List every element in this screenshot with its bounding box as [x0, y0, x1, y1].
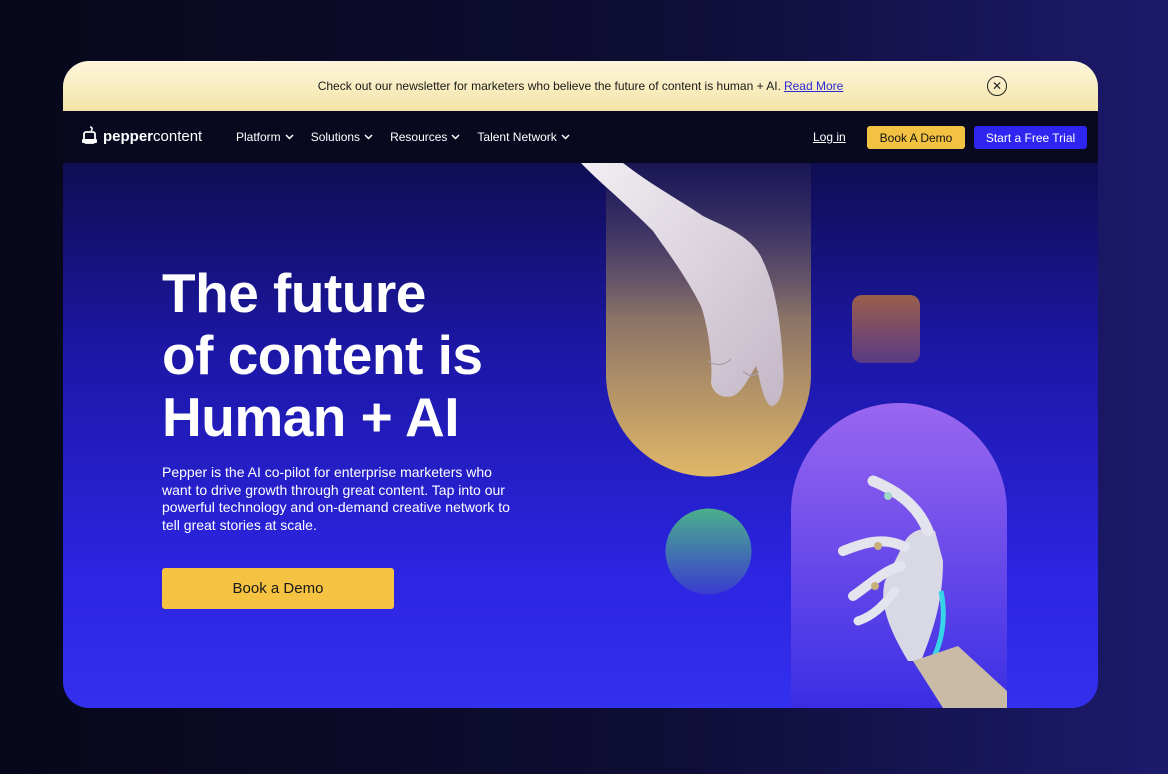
- hero-subtext: Pepper is the AI co-pilot for enterprise…: [162, 464, 510, 533]
- page-frame: Check out our newsletter for marketers w…: [63, 61, 1098, 708]
- headline-line: of content is: [162, 324, 483, 386]
- orange-square-shape: [852, 295, 920, 363]
- hero-book-demo-button[interactable]: Book a Demo: [162, 568, 394, 609]
- teal-circle-shape: [665, 508, 752, 595]
- headline-line: Human + AI: [162, 386, 460, 448]
- hero-headline: The future of content is Human + AI: [162, 262, 582, 448]
- headline-line: The future: [162, 262, 426, 324]
